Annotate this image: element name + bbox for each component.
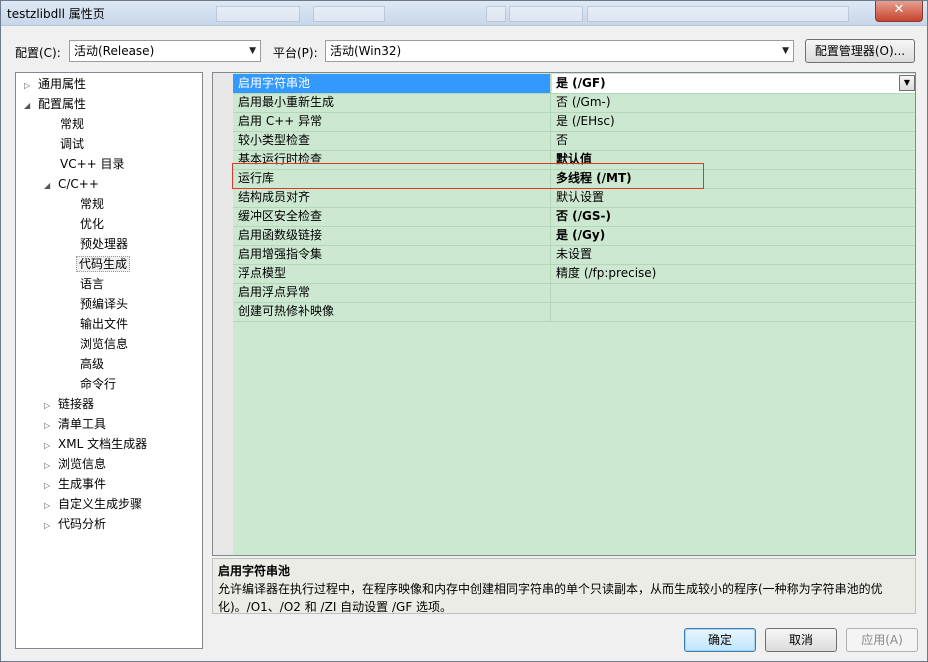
category-tree[interactable]: ▷ 通用属性 ◢ 配置属性 常规 调试 VC++ 目录 ◢ C/C++ 常规 优化 预… <box>15 72 203 649</box>
property-row[interactable]: 启用浮点异常 <box>233 283 915 303</box>
cancel-button[interactable]: 取消 <box>765 628 837 652</box>
close-button[interactable]: ✕ <box>875 1 923 22</box>
property-name: 启用浮点异常 <box>233 283 551 302</box>
property-value[interactable]: 否 (/GS-) <box>552 207 915 226</box>
property-row-selected[interactable]: 启用字符串池 是 (/GF) ▼ <box>233 74 915 94</box>
property-value[interactable]: 是 (/GF) <box>552 74 915 93</box>
property-row[interactable]: 启用增强指令集 未设置 <box>233 245 915 265</box>
tree-item[interactable]: ▷ 通用属性 <box>24 75 88 93</box>
description-text: 允许编译器在执行过程中，在程序映像和内存中创建相同字符串的单个只读副本，从而生成… <box>218 582 883 614</box>
tree-item[interactable]: ◢ 配置属性 <box>24 95 88 113</box>
property-value[interactable]: 否 <box>552 131 915 150</box>
property-name: 启用函数级链接 <box>233 226 551 245</box>
config-manager-button[interactable]: 配置管理器(O)... <box>805 39 915 63</box>
property-row[interactable]: 较小类型检查 否 <box>233 131 915 151</box>
property-value[interactable] <box>552 283 915 302</box>
property-value[interactable]: 未设置 <box>552 245 915 264</box>
config-select[interactable]: 活动(Release) ▼ <box>69 40 261 62</box>
property-pages-window: testzlibdll 属性页 ✕ 配置(C): 活动(Release) ▼ 平… <box>0 0 928 662</box>
platform-select[interactable]: 活动(Win32) ▼ <box>325 40 794 62</box>
chevron-down-icon: ▼ <box>249 46 256 56</box>
expand-icon[interactable]: ▷ <box>24 77 36 95</box>
property-row[interactable]: 结构成员对齐 默认设置 <box>233 188 915 208</box>
property-name: 启用最小重新生成 <box>233 93 551 112</box>
property-value[interactable]: 默认设置 <box>552 188 915 207</box>
ok-button[interactable]: 确定 <box>684 628 756 652</box>
tree-item[interactable]: 优化 <box>78 215 106 233</box>
tree-item[interactable]: 预编译头 <box>78 295 130 313</box>
background-blur-element <box>509 6 583 22</box>
property-name: 启用增强指令集 <box>233 245 551 264</box>
property-name: 创建可热修补映像 <box>233 302 551 321</box>
property-row[interactable]: 缓冲区安全检查 否 (/GS-) <box>233 207 915 227</box>
tree-item-selected[interactable]: 代码生成 <box>76 255 131 273</box>
tree-item[interactable]: 预处理器 <box>78 235 130 253</box>
tree-item[interactable]: ▷ 生成事件 <box>44 475 108 493</box>
collapse-icon[interactable]: ◢ <box>44 177 56 195</box>
expand-icon[interactable]: ▷ <box>44 517 56 535</box>
background-blur-element <box>313 6 385 22</box>
background-blur-element <box>216 6 300 22</box>
tree-item[interactable]: 语言 <box>78 275 106 293</box>
property-name: 浮点模型 <box>233 264 551 283</box>
description-panel: 启用字符串池 允许编译器在执行过程中，在程序映像和内存中创建相同字符串的单个只读… <box>212 558 916 614</box>
tree-item[interactable]: ▷ 链接器 <box>44 395 96 413</box>
description-title: 启用字符串池 <box>218 564 291 578</box>
property-value[interactable]: 是 (/Gy) <box>552 226 915 245</box>
expand-icon[interactable]: ▷ <box>44 477 56 495</box>
tree-item[interactable]: ▷ 代码分析 <box>44 515 108 533</box>
tree-item[interactable]: 常规 <box>78 195 106 213</box>
tree-item[interactable]: 调试 <box>58 135 86 153</box>
property-name: 启用字符串池 <box>233 74 551 93</box>
tree-item[interactable]: ◢ C/C++ <box>44 175 101 193</box>
property-row[interactable]: 启用函数级链接 是 (/Gy) <box>233 226 915 246</box>
property-name: 启用 C++ 异常 <box>233 112 551 131</box>
property-name: 缓冲区安全检查 <box>233 207 551 226</box>
expand-icon[interactable]: ▷ <box>44 457 56 475</box>
property-row[interactable]: 浮点模型 精度 (/fp:precise) <box>233 264 915 284</box>
property-row[interactable]: 启用 C++ 异常 是 (/EHsc) <box>233 112 915 132</box>
tree-item[interactable]: ▷ 自定义生成步骤 <box>44 495 144 513</box>
tree-item[interactable]: VC++ 目录 <box>58 155 127 173</box>
background-blur-element <box>587 6 849 22</box>
tree-item[interactable]: 命令行 <box>78 375 118 393</box>
tree-item[interactable]: 高级 <box>78 355 106 373</box>
close-icon: ✕ <box>893 2 905 17</box>
title-bar[interactable]: testzlibdll 属性页 ✕ <box>1 1 927 26</box>
property-name: 较小类型检查 <box>233 131 551 150</box>
property-row[interactable]: 创建可热修补映像 <box>233 302 915 322</box>
tree-item[interactable]: 输出文件 <box>78 315 130 333</box>
tree-item[interactable]: 常规 <box>58 115 86 133</box>
apply-button[interactable]: 应用(A) <box>846 628 918 652</box>
chevron-down-icon[interactable]: ▼ <box>899 75 915 91</box>
property-grid[interactable]: 启用字符串池 是 (/GF) ▼ 启用最小重新生成 否 (/Gm-) 启用 C+… <box>212 72 916 556</box>
config-value: 活动(Release) <box>74 44 155 58</box>
property-value[interactable] <box>552 302 915 321</box>
expand-icon[interactable]: ▷ <box>44 497 56 515</box>
tree-item[interactable]: 浏览信息 <box>78 335 130 353</box>
property-value[interactable]: 精度 (/fp:precise) <box>552 264 915 283</box>
property-name: 结构成员对齐 <box>233 188 551 207</box>
background-blur-element <box>486 6 506 22</box>
chevron-down-icon: ▼ <box>782 46 789 56</box>
property-value[interactable]: 是 (/EHsc) <box>552 112 915 131</box>
property-value[interactable]: 否 (/Gm-) <box>552 93 915 112</box>
tree-item[interactable]: ▷ 浏览信息 <box>44 455 108 473</box>
annotation-highlight-box <box>232 163 704 189</box>
expand-icon[interactable]: ▷ <box>44 417 56 435</box>
grid-gutter <box>213 73 233 555</box>
tree-item[interactable]: ▷ XML 文档生成器 <box>44 435 149 453</box>
tree-item[interactable]: ▷ 清单工具 <box>44 415 108 433</box>
expand-icon[interactable]: ▷ <box>44 397 56 415</box>
property-row[interactable]: 启用最小重新生成 否 (/Gm-) <box>233 93 915 113</box>
platform-value: 活动(Win32) <box>330 44 402 58</box>
platform-label: 平台(P): <box>273 46 318 60</box>
config-label: 配置(C): <box>15 46 61 60</box>
window-title: testzlibdll 属性页 <box>7 7 105 21</box>
collapse-icon[interactable]: ◢ <box>24 97 36 115</box>
expand-icon[interactable]: ▷ <box>44 437 56 455</box>
